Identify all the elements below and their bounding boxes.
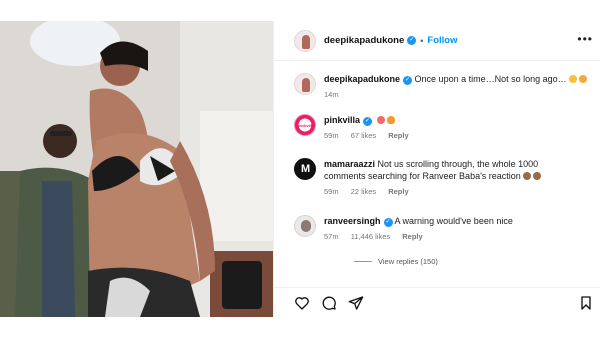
commenter-avatar[interactable]: pinkvilla: [294, 114, 316, 136]
comment-time: 57m: [324, 232, 339, 241]
follow-button[interactable]: Follow: [427, 35, 457, 46]
comment-text: A warning would've been nice: [394, 216, 513, 226]
author-username[interactable]: deepikapadukone: [324, 35, 404, 46]
verified-icon: ✓: [407, 36, 417, 45]
bookmark-icon[interactable]: [578, 295, 594, 311]
comment-time: 59m: [324, 131, 339, 140]
post-caption: deepikapadukone ✓ Once upon a time…Not so…: [294, 73, 594, 101]
heart-icon[interactable]: [294, 295, 310, 311]
author-avatar[interactable]: [294, 29, 316, 52]
comment-time: 59m: [324, 187, 339, 196]
commenter-username[interactable]: ranveersingh: [324, 216, 381, 226]
separator-dot: •: [420, 35, 424, 46]
avatar-logo-text: pinkvilla: [298, 123, 315, 128]
see-no-evil-emoji-icon: [532, 172, 541, 180]
avatar-logo-text: M: [301, 163, 311, 175]
post-side-panel: deepikapadukone ✓ • Follow ••• deepikapa…: [273, 21, 600, 317]
comment-likes[interactable]: 11,446 likes: [351, 232, 390, 241]
reply-button[interactable]: Reply: [402, 232, 422, 241]
instagram-post-modal: deepikapadukone ✓ • Follow ••• deepikapa…: [0, 0, 600, 338]
post-header: deepikapadukone ✓ • Follow •••: [274, 21, 600, 61]
post-photo-illustration: [0, 21, 273, 317]
commenter-avatar[interactable]: [294, 215, 316, 237]
comment-item: pinkvilla pinkvilla ✓ 59m 67 likes Reply: [294, 114, 594, 142]
comment-likes[interactable]: 67 likes: [351, 131, 376, 140]
verified-icon: ✓: [383, 218, 393, 227]
caption-author-username[interactable]: deepikapadukone: [324, 74, 400, 84]
caption-text: Once upon a time…Not so long ago…: [414, 74, 567, 84]
view-replies-button[interactable]: View replies (150): [354, 257, 438, 266]
verified-icon: ✓: [363, 117, 373, 126]
commenter-username[interactable]: pinkvilla: [324, 115, 360, 125]
comment-item: ranveersingh ✓ A warning would've been ni…: [294, 215, 594, 243]
commenter-username[interactable]: mamaraazzi: [324, 159, 375, 169]
fire-emoji-icon: [386, 116, 395, 124]
post-actions-bar: [274, 287, 600, 317]
comment-likes[interactable]: 22 likes: [351, 187, 376, 196]
post-photo[interactable]: [0, 21, 273, 317]
view-replies-line: [354, 261, 372, 262]
caption-time: 14m: [324, 90, 339, 99]
view-replies-label: View replies (150): [378, 257, 438, 266]
see-no-evil-emoji-icon: [522, 172, 531, 180]
caption-author-avatar[interactable]: [294, 73, 316, 95]
verified-icon: ✓: [403, 76, 413, 85]
face-emoji-icon: [568, 75, 577, 83]
comment-item: M mamaraazzi Not us scrolling through, t…: [294, 158, 594, 198]
reply-button[interactable]: Reply: [388, 131, 408, 140]
commenter-avatar[interactable]: M: [294, 158, 316, 180]
reply-button[interactable]: Reply: [388, 187, 408, 196]
heart-eyes-emoji-icon: [376, 116, 385, 124]
heart-eyes-emoji-icon: [578, 75, 587, 83]
comment-icon[interactable]: [321, 295, 337, 311]
more-options-icon[interactable]: •••: [577, 33, 593, 45]
share-icon[interactable]: [348, 295, 364, 311]
